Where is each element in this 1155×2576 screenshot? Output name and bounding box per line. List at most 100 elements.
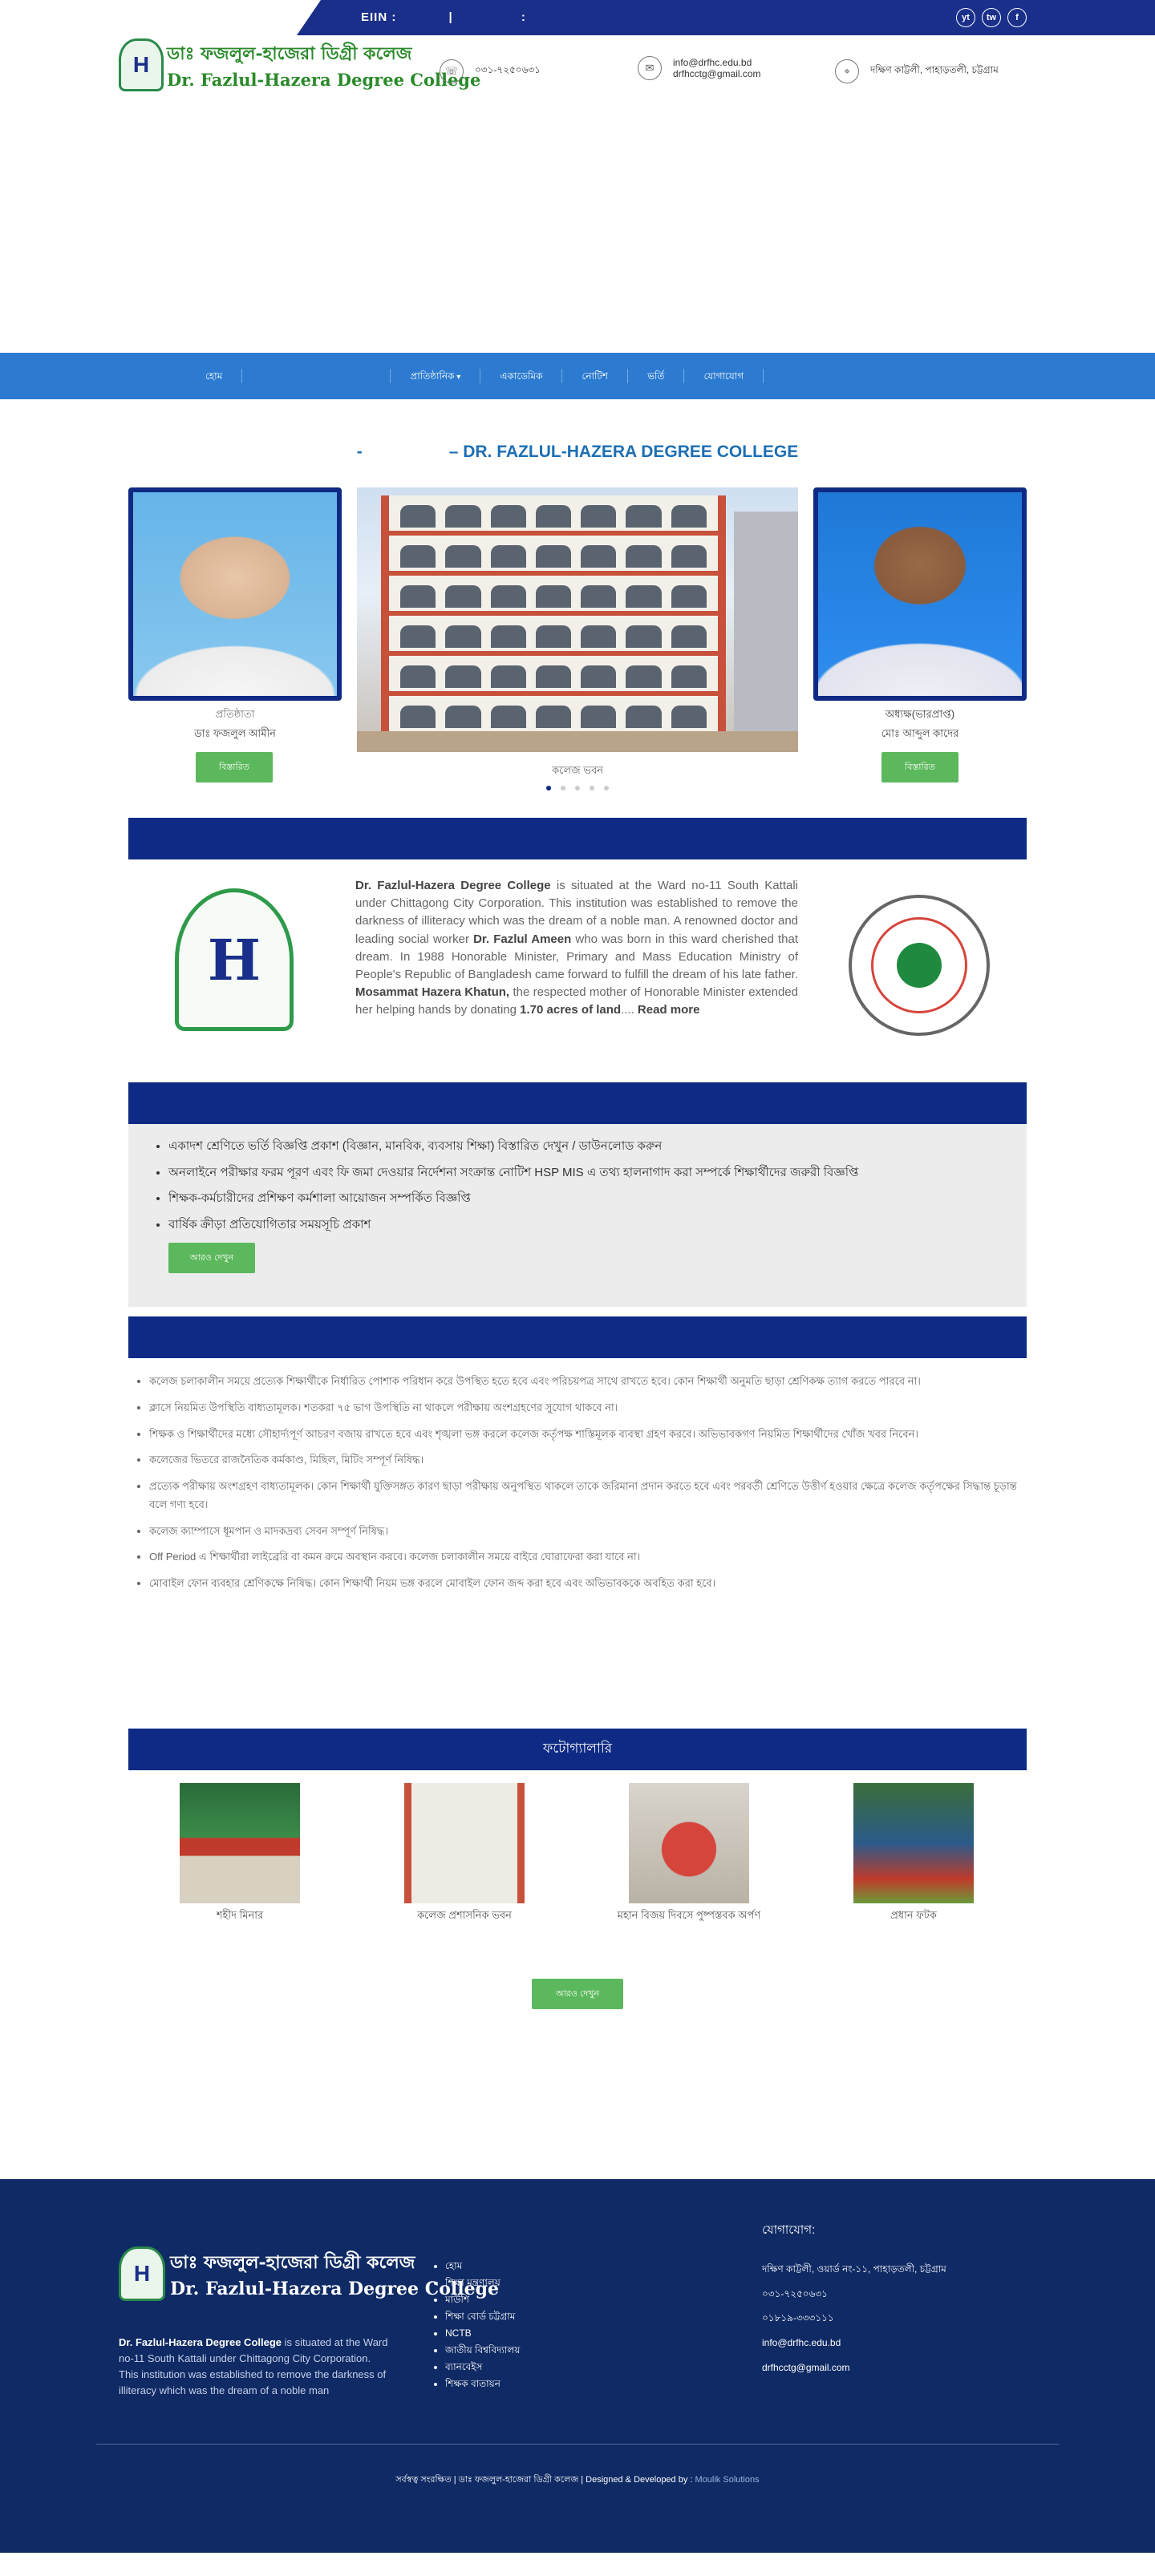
footer-link[interactable]: শিক্ষা মন্ত্রণালয় bbox=[445, 2275, 520, 2291]
gallery-image bbox=[404, 1783, 525, 1903]
empty-space bbox=[0, 2051, 1155, 2179]
footer-link[interactable]: হোম bbox=[445, 2258, 520, 2275]
about-text: Dr. Fazlul-Hazera Degree College is situ… bbox=[355, 879, 798, 1017]
notice-board: একাদশ শ্রেণিতে ভর্তি বিজ্ঞপ্তি প্রকাশ (ব… bbox=[128, 1124, 1027, 1307]
footer-link[interactable]: শিক্ষক বাতায়ন bbox=[445, 2376, 520, 2392]
nav-admission[interactable]: ভর্তি bbox=[628, 369, 685, 383]
rule-item: কলেজ ক্যাম্পাসে ধূমপান ও মাদকদ্রব্য সেবন… bbox=[149, 1523, 1027, 1541]
eiin-info: EIIN : | : bbox=[361, 10, 526, 24]
eiin-label: EIIN : bbox=[361, 10, 397, 24]
principal-role: অধ্যক্ষ(ভারপ্রাপ্ত) bbox=[885, 708, 955, 720]
footer-email-secondary[interactable]: drfhcctg@gmail.com bbox=[762, 2360, 946, 2376]
slider-dots bbox=[546, 786, 609, 791]
gallery-item[interactable]: শহীদ মিনার bbox=[180, 1783, 300, 1925]
header-phone: ☏ ০৩১-৭২৫০৬৩১ bbox=[440, 59, 541, 83]
eiin-separator: | bbox=[448, 10, 453, 24]
gallery-item[interactable]: প্রধান ফটক bbox=[853, 1783, 974, 1925]
footer-link[interactable]: ব্যানবেইস bbox=[445, 2359, 520, 2376]
site-logo[interactable]: H ডাঃ ফজলুল-হাজেরা ডিগ্রী কলেজ Dr. Fazlu… bbox=[119, 38, 480, 91]
facebook-icon[interactable]: f bbox=[1007, 8, 1027, 27]
notice-item[interactable]: বার্ষিক ক্রীড়া প্রতিযোগিতার সময়সূচি প্… bbox=[168, 1214, 1003, 1237]
top-bar: EIIN : | : yt tw f bbox=[0, 0, 1155, 35]
top-bar-white-cutout bbox=[0, 0, 321, 35]
notice-item[interactable]: একাদশ শ্রেণিতে ভর্তি বিজ্ঞপ্তি প্রকাশ (ব… bbox=[168, 1135, 1003, 1159]
founder-name: ডাঃ ফজলুল আমীন bbox=[194, 727, 276, 739]
read-more-link[interactable]: Read more bbox=[638, 1003, 700, 1017]
rule-item: ক্লাসে নিয়মিত উপস্থিতি বাধ্যতামূলক। শতক… bbox=[149, 1399, 1027, 1417]
footer-about: Dr. Fazlul-Hazera Degree College is situ… bbox=[119, 2336, 388, 2397]
footer-link[interactable]: মাউশি bbox=[445, 2291, 520, 2308]
principal-details-button[interactable]: বিস্তারিত bbox=[881, 752, 958, 783]
address-text: দক্ষিণ কাট্টলী, পাহাড়তলী, চট্টগ্রাম bbox=[870, 64, 999, 75]
notice-item[interactable]: অনলাইনে পরীক্ষার ফরম পূরণ এবং ফি জমা দেও… bbox=[168, 1162, 1003, 1185]
college-seal-icon: H bbox=[175, 888, 294, 1031]
gallery-image bbox=[180, 1783, 300, 1903]
header-address: ⌖ দক্ষিণ কাট্টলী, পাহাড়তলী, চট্টগ্রাম bbox=[835, 59, 999, 83]
email-secondary[interactable]: drfhcctg@gmail.com bbox=[673, 68, 761, 79]
location-pin-icon: ⌖ bbox=[835, 59, 859, 83]
envelope-icon: ✉ bbox=[638, 56, 662, 80]
twitter-icon[interactable]: tw bbox=[982, 8, 1001, 27]
slider-caption: কলেজ ভবন bbox=[552, 764, 603, 776]
founder-role: প্রতিষ্ঠাতা bbox=[215, 708, 255, 720]
nav-institutional[interactable]: প্রাতিষ্ঠানিক bbox=[391, 369, 481, 383]
site-footer: H ডাঃ ফজলুল-হাজেরা ডিগ্রী কলেজ Dr. Fazlu… bbox=[0, 2179, 1155, 2553]
slider-dot[interactable] bbox=[561, 786, 565, 791]
rule-item: Off Period এ শিক্ষার্থীরা লাইব্রেরি বা ক… bbox=[149, 1548, 1027, 1567]
footer-email-primary[interactable]: info@drfhc.edu.bd bbox=[762, 2335, 946, 2351]
nav-blank[interactable] bbox=[242, 369, 391, 383]
footer-link[interactable]: জাতীয় বিশ্ববিদ্যালয় bbox=[445, 2342, 520, 2359]
footer-link[interactable]: NCTB bbox=[445, 2325, 520, 2342]
phone-icon: ☏ bbox=[440, 59, 464, 83]
nav-notice[interactable]: নোটিশ bbox=[562, 369, 629, 383]
slider-dot[interactable] bbox=[590, 786, 594, 791]
principal-name: মোঃ আব্দুল কাদের bbox=[881, 727, 959, 739]
gallery-item[interactable]: মহান বিজয় দিবসে পুষ্পস্তবক অর্পণ bbox=[618, 1783, 760, 1925]
developer-link[interactable]: Moulik Solutions bbox=[695, 2475, 760, 2485]
header-email: ✉ info@drfhc.edu.bd drfhcctg@gmail.com bbox=[638, 56, 761, 80]
founder-details-button[interactable]: বিস্তারিত bbox=[196, 752, 273, 783]
college-emblem-icon: H bbox=[119, 38, 164, 91]
rules-header-bar bbox=[128, 1316, 1027, 1358]
gallery-image bbox=[629, 1783, 749, 1903]
footer-address: দক্ষিণ কাট্টলী, ওয়ার্ড নং-১১, পাহাড়তলী… bbox=[762, 2263, 946, 2275]
building-image bbox=[381, 495, 726, 736]
gallery-caption: প্রধান ফটক bbox=[890, 1909, 937, 1921]
gallery-item[interactable]: কলেজ প্রশাসনিক ভবন bbox=[404, 1783, 525, 1925]
rules-section: কলেজ চলাকালীন সময়ে প্রত্যেক শিক্ষার্থীক… bbox=[128, 1358, 1027, 1729]
nav-contact[interactable]: যোগাযোগ bbox=[684, 369, 764, 383]
campaign-logo-icon bbox=[849, 895, 990, 1036]
rule-item: মোবাইল ফোন ব্যবহার শ্রেণিকক্ষে নিষিদ্ধ। … bbox=[149, 1575, 1027, 1593]
notice-item[interactable]: শিক্ষক-কর্মচারীদের প্রশিক্ষণ কর্মশালা আয… bbox=[168, 1187, 1003, 1211]
college-image-slider[interactable] bbox=[357, 487, 798, 752]
principal-portrait bbox=[813, 487, 1027, 701]
about-header-bar bbox=[128, 818, 1027, 859]
footer-copyright: সর্বস্বত্ব সংরক্ষিত | ডাঃ ফজলুল-হাজেরা ড… bbox=[395, 2475, 760, 2485]
slider-dot[interactable] bbox=[575, 786, 580, 791]
nav-academic[interactable]: একাডেমিক bbox=[480, 369, 563, 383]
rule-item: প্রত্যেক পরীক্ষায় অংশগ্রহণ বাধ্যতামূলক।… bbox=[149, 1478, 1027, 1514]
photo-gallery: শহীদ মিনার কলেজ প্রশাসনিক ভবন মহান বিজয়… bbox=[0, 1770, 1155, 1971]
youtube-icon[interactable]: yt bbox=[956, 8, 975, 27]
hero-gallery: প্রতিষ্ঠাতা ডাঃ ফজলুল আমীন বিস্তারিত কলে… bbox=[0, 473, 1155, 818]
footer-divider bbox=[96, 2444, 1059, 2445]
rule-item: শিক্ষক ও শিক্ষার্থীদের মধ্যে সৌহার্দ্যপূ… bbox=[149, 1425, 1027, 1444]
photo-gallery-header: ফটোগ্যালারি bbox=[128, 1729, 1027, 1770]
nav-home[interactable]: হোম bbox=[194, 369, 243, 383]
gallery-caption: কলেজ প্রশাসনিক ভবন bbox=[417, 1909, 512, 1921]
slider-dot[interactable] bbox=[604, 786, 609, 791]
slider-dot[interactable] bbox=[546, 786, 551, 791]
gallery-caption: শহীদ মিনার bbox=[216, 1909, 264, 1921]
about-section: H Dr. Fazlul-Hazera Degree College is si… bbox=[0, 859, 1155, 1082]
more-photos-button[interactable]: আরও দেখুন bbox=[532, 1979, 623, 2009]
more-notices-button[interactable]: আরও দেখুন bbox=[168, 1243, 255, 1273]
gallery-caption: মহান বিজয় দিবসে পুষ্পস্তবক অর্পণ bbox=[617, 1909, 761, 1921]
footer-link[interactable]: শিক্ষা বোর্ড চট্টগ্রাম bbox=[445, 2308, 520, 2325]
main-nav: হোম প্রাতিষ্ঠানিক একাডেমিক নোটিশ ভর্তি য… bbox=[0, 353, 1155, 399]
footer-links: হোম শিক্ষা মন্ত্রণালয় মাউশি শিক্ষা বোর্… bbox=[445, 2258, 520, 2392]
footer-logo[interactable]: H ডাঃ ফজলুল-হাজেরা ডিগ্রী কলেজ Dr. Fazlu… bbox=[119, 2246, 499, 2301]
footer-phone: ০৩১-৭২৫০৬৩১ bbox=[762, 2287, 828, 2299]
page-title: - – DR. FAZLUL-HAZERA DEGREE COLLEGE bbox=[0, 443, 1155, 467]
logo-title-bn: ডাঃ ফজলুল-হাজেরা ডিগ্রী কলেজ bbox=[167, 43, 412, 64]
email-primary[interactable]: info@drfhc.edu.bd bbox=[673, 57, 761, 68]
